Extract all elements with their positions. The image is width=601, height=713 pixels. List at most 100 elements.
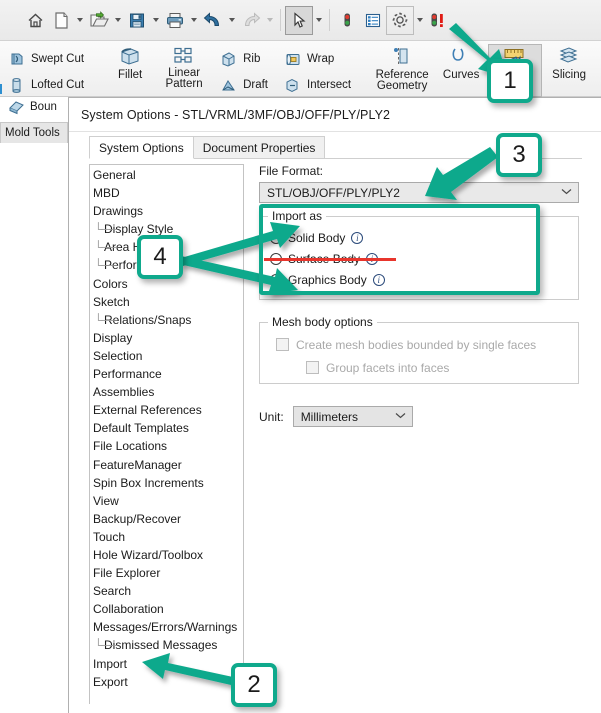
toolbar-divider <box>280 9 281 31</box>
sidebar-item-featuremanager[interactable]: FeatureManager <box>90 456 243 474</box>
checkbox-row-create-mesh-bodies[interactable]: Create mesh bodies bounded by single fac… <box>270 333 568 356</box>
rebuild-icon[interactable] <box>334 6 360 34</box>
options-list-icon[interactable] <box>360 6 386 34</box>
ribbon-linear-pattern[interactable]: Linear Pattern <box>157 44 211 97</box>
sidebar-item-import[interactable]: Import <box>90 655 243 673</box>
select-dropdown-caret[interactable] <box>313 6 325 34</box>
print-icon[interactable] <box>162 6 188 34</box>
group-facets-checkbox[interactable] <box>306 361 319 374</box>
ribbon-draft-label: Draft <box>243 79 268 91</box>
sidebar-item-dismissed-messages[interactable]: └── Dismissed Messages <box>90 636 243 654</box>
ribbon-insert-mesh[interactable]: Inse <box>488 44 543 97</box>
slicing-icon <box>559 47 578 63</box>
sidebar-item-relations-snaps[interactable]: └── Relations/Snaps <box>90 311 243 329</box>
new-document-dropdown-caret[interactable] <box>74 6 86 34</box>
checkbox-row-group-facets[interactable]: Group facets into faces <box>270 356 568 379</box>
open-folder-icon[interactable] <box>86 6 112 34</box>
radio-row-graphics-body[interactable]: Graphics Body i <box>270 269 568 290</box>
ribbon-lofted-cut[interactable]: Lofted Cut <box>4 73 89 97</box>
ribbon-intersect[interactable]: Intersect <box>279 73 356 97</box>
solid-body-radio[interactable] <box>270 231 282 244</box>
radio-row-solid-body[interactable]: Solid Body i <box>270 227 568 248</box>
save-icon[interactable] <box>124 6 150 34</box>
sidebar-item-spin-box-increments[interactable]: Spin Box Increments <box>90 474 243 492</box>
quick-access-toolbar <box>0 0 601 41</box>
save-dropdown-caret[interactable] <box>150 6 162 34</box>
ribbon-slicing[interactable]: Slicing <box>542 44 596 97</box>
sidebar-item-area-hatch-fill[interactable]: └── Area Hatch/Fill <box>90 238 243 256</box>
open-folder-icon-svg <box>90 10 109 27</box>
boundary-cut-icon <box>9 101 24 115</box>
new-document-icon[interactable] <box>48 6 74 34</box>
tab-mold-tools[interactable]: Mold Tools <box>0 122 68 143</box>
ribbon-fillet[interactable]: Fillet <box>103 44 157 97</box>
ribbon-curve-wizard[interactable]: Cur Wit <box>596 44 601 97</box>
sidebar-item-drawings[interactable]: Drawings <box>90 202 243 220</box>
options-dropdown-caret[interactable] <box>414 6 426 34</box>
ribbon-rib[interactable]: Rib <box>215 47 273 71</box>
sidebar-item-view[interactable]: View <box>90 492 243 510</box>
print-dropdown-caret[interactable] <box>188 6 200 34</box>
unit-label: Unit: <box>259 409 284 424</box>
sidebar-item-default-templates[interactable]: Default Templates <box>90 419 243 437</box>
undo-dropdown-caret[interactable] <box>226 6 238 34</box>
sidebar-item-touch[interactable]: Touch <box>90 528 243 546</box>
sidebar-item-assemblies[interactable]: Assemblies <box>90 383 243 401</box>
sidebar-item-search[interactable]: Search <box>90 582 243 600</box>
open-folder-dropdown-caret[interactable] <box>112 6 124 34</box>
home-icon[interactable] <box>22 6 48 34</box>
tab-document-properties[interactable]: Document Properties <box>192 136 326 159</box>
info-icon[interactable]: i <box>351 231 364 244</box>
rebuild-error-icon[interactable] <box>426 6 452 34</box>
sidebar-item-general[interactable]: General <box>90 166 243 184</box>
tab-system-options[interactable]: System Options <box>89 136 194 159</box>
home-icon-svg <box>28 13 42 27</box>
sidebar-item-performance[interactable]: └── Performance <box>90 256 243 274</box>
select-cursor-icon[interactable] <box>285 5 313 35</box>
sidebar-item-display[interactable]: Display <box>90 329 243 347</box>
sidebar-item-label: MBD <box>93 186 120 201</box>
ribbon-wrap[interactable]: Wrap <box>279 47 356 71</box>
sidebar-item-collaboration[interactable]: Collaboration <box>90 600 243 618</box>
file-format-dropdown[interactable]: STL/OBJ/OFF/PLY/PLY2 <box>259 182 579 203</box>
ribbon-swept-cut[interactable]: Swept Cut <box>4 47 89 71</box>
sidebar-item-hole-wizard-toolbox[interactable]: Hole Wizard/Toolbox <box>90 546 243 564</box>
sidebar-item-file-locations[interactable]: File Locations <box>90 437 243 455</box>
create-mesh-bodies-label: Create mesh bodies bounded by single fac… <box>296 337 537 352</box>
sidebar-item-file-explorer[interactable]: File Explorer <box>90 564 243 582</box>
info-icon[interactable]: i <box>372 273 385 286</box>
sidebar-item-external-references[interactable]: External References <box>90 401 243 419</box>
undo-icon[interactable] <box>200 6 226 34</box>
radio-row-surface-body[interactable]: Surface Body i <box>264 248 568 269</box>
ribbon-curves[interactable]: Curves <box>434 44 488 97</box>
sidebar-item-mbd[interactable]: MBD <box>90 184 243 202</box>
redo-icon-svg <box>244 11 261 26</box>
tree-branch-icon: └── <box>94 240 117 255</box>
gear-icon[interactable] <box>386 5 414 35</box>
sidebar-item-label: Search <box>93 584 132 599</box>
options-category-list[interactable]: General MBD Drawings └── Display Style └── Are… <box>89 164 244 704</box>
redo-icon[interactable] <box>238 6 264 34</box>
sidebar-item-performance[interactable]: Performance <box>90 365 243 383</box>
ribbon-reference-geometry[interactable]: Reference Geometry <box>370 44 434 97</box>
sidebar-item-label: View <box>93 493 119 508</box>
graphics-body-label: Graphics Body <box>288 272 367 287</box>
ribbon-draft[interactable]: Draft <box>215 73 273 97</box>
ribbon-boundary-cut[interactable]: Boun <box>8 99 57 115</box>
sidebar-item-selection[interactable]: Selection <box>90 347 243 365</box>
sidebar-item-display-style[interactable]: └── Display Style <box>90 220 243 238</box>
tree-branch-icon: └── <box>94 312 117 327</box>
ribbon-swept-cut-label: Swept Cut <box>31 53 85 65</box>
tab-mold-tools-label: Mold Tools <box>5 127 60 139</box>
unit-dropdown[interactable]: Millimeters <box>292 406 413 427</box>
graphics-body-radio[interactable] <box>270 273 282 286</box>
sidebar-item-sketch[interactable]: Sketch <box>90 293 243 311</box>
sidebar-item-backup-recover[interactable]: Backup/Recover <box>90 510 243 528</box>
sidebar-item-export[interactable]: Export <box>90 673 243 691</box>
sidebar-item-messages-errors-warnings[interactable]: Messages/Errors/Warnings <box>90 618 243 636</box>
redo-dropdown-caret[interactable] <box>264 6 276 34</box>
sidebar-item-colors[interactable]: Colors <box>90 275 243 293</box>
create-mesh-bodies-checkbox[interactable] <box>276 338 289 351</box>
rib-icon <box>222 51 235 67</box>
ribbon-fillet-label: Fillet <box>117 69 143 81</box>
